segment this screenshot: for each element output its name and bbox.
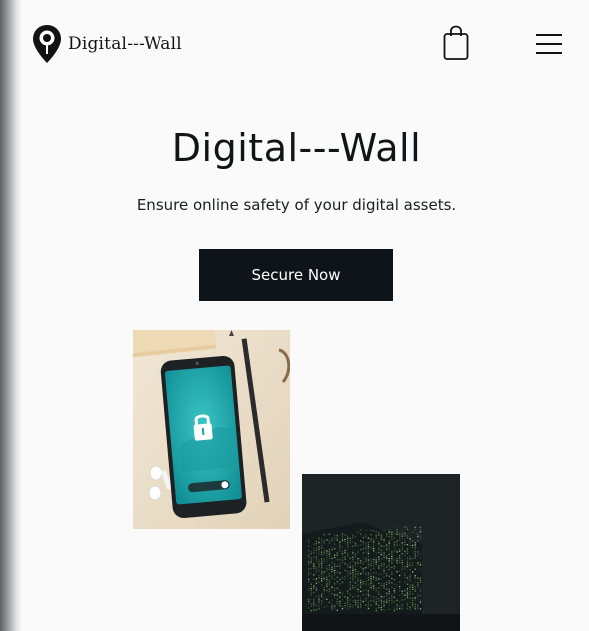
hero-subtitle: Ensure online safety of your digital ass… [136,196,457,214]
hero-title: Digital---Wall [171,126,422,170]
location-pin-logo-icon [33,25,61,63]
hamburger-menu-icon[interactable] [536,33,562,55]
phone-security-image [133,330,290,529]
secure-now-button[interactable]: Secure Now [199,249,393,301]
laptop-code-image [302,474,460,631]
left-edge-shadow [0,0,22,631]
brand-logo-link[interactable]: Digital---Wall [32,24,182,64]
brand-name: Digital---Wall [68,34,182,54]
shopping-bag-icon[interactable] [442,25,470,61]
site-header: Digital---Wall [0,0,589,90]
